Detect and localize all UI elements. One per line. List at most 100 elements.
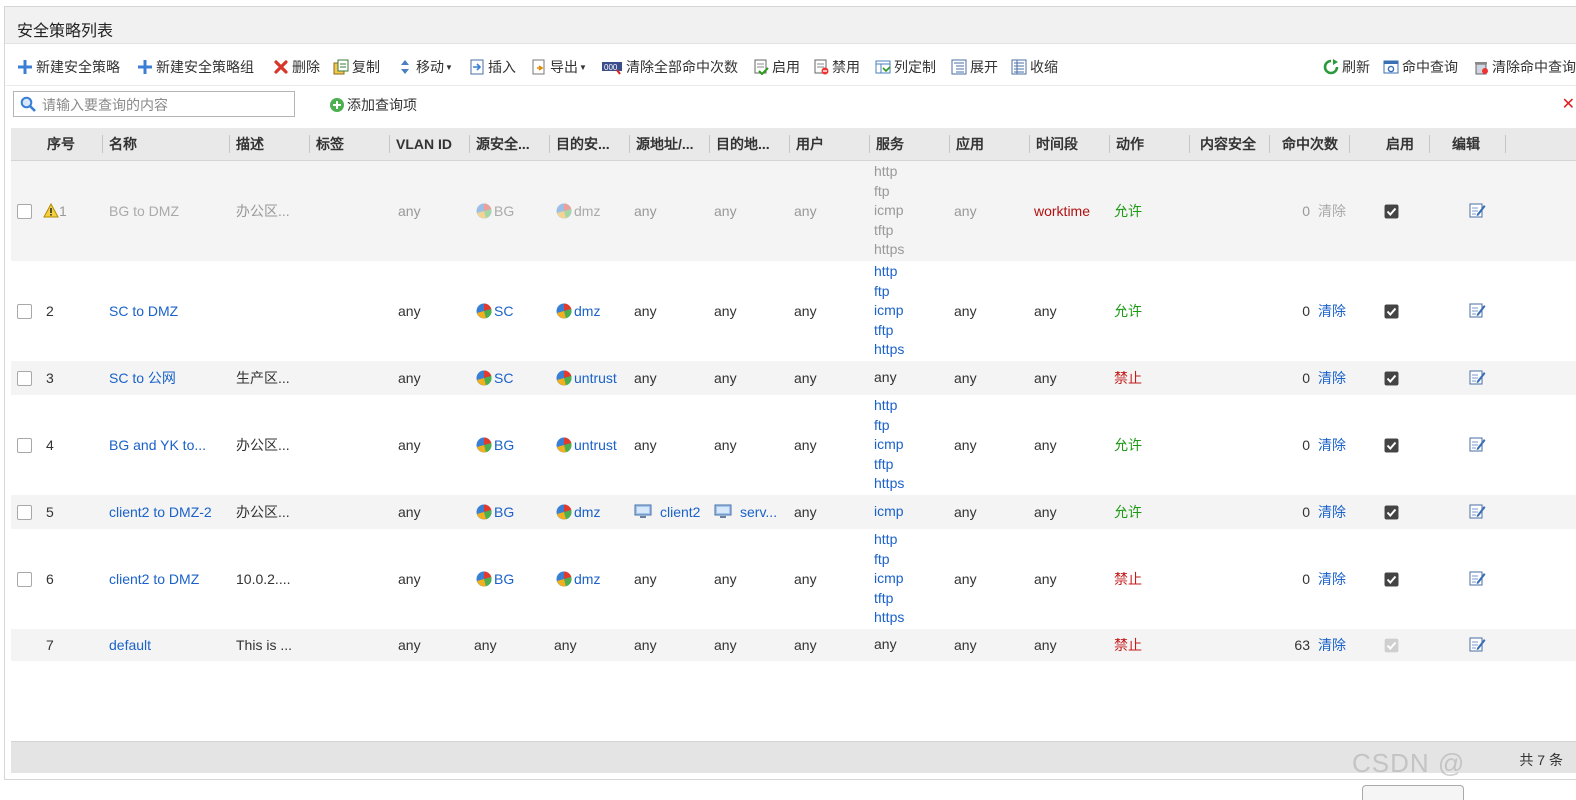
column-separator[interactable] <box>309 135 310 153</box>
policy-name-link[interactable]: client2 to DMZ <box>109 571 199 587</box>
source-zone-link[interactable]: BG <box>494 437 514 453</box>
column-header[interactable]: 序号 <box>47 128 99 160</box>
column-header[interactable]: 名称 <box>109 128 226 160</box>
column-header[interactable]: 时间段 <box>1036 128 1106 160</box>
column-header[interactable]: 目的地... <box>716 128 786 160</box>
dest-zone-cell[interactable]: dmz <box>555 161 626 261</box>
export-dropdown-button[interactable]: 导出 ▼ <box>531 56 587 78</box>
edit-button[interactable] <box>1468 502 1486 523</box>
column-header[interactable]: 编辑 <box>1452 128 1502 160</box>
table-row[interactable]: 1 BG to DMZ 办公区... any BG dmz any any any http ftp… <box>11 161 1576 262</box>
name-cell[interactable]: BG to DMZ <box>109 161 226 261</box>
column-header[interactable]: 动作 <box>1116 128 1186 160</box>
column-header[interactable]: 内容安全 <box>1200 128 1266 160</box>
table-row[interactable]: 4 BG and YK to... 办公区... any BG untrust any any… <box>11 395 1576 496</box>
name-cell[interactable]: client2 to DMZ-2 <box>109 495 226 529</box>
edit-cell[interactable] <box>1468 395 1502 495</box>
enabled-checkbox[interactable] <box>1384 504 1399 520</box>
column-separator[interactable] <box>102 135 103 153</box>
column-header[interactable]: 应用 <box>956 128 1026 160</box>
dest-zone-link[interactable]: dmz <box>574 504 600 520</box>
move-dropdown-button[interactable]: 移动 ▼ <box>397 56 453 78</box>
policy-name-link[interactable]: SC to DMZ <box>109 303 178 319</box>
row-checkbox[interactable] <box>17 571 32 587</box>
new-policy-button[interactable]: 新建安全策略 <box>17 56 120 78</box>
clear-hits-link[interactable]: 清除 <box>1318 301 1346 321</box>
clear-hits-link[interactable]: 清除 <box>1318 201 1346 221</box>
enabled-checkbox[interactable] <box>1384 303 1399 319</box>
dest-zone-cell[interactable]: untrust <box>555 395 626 495</box>
new-policy-group-button[interactable]: 新建安全策略组 <box>137 56 254 78</box>
dest-zone-link[interactable]: untrust <box>574 370 617 386</box>
enabled-checkbox[interactable] <box>1384 437 1399 453</box>
name-cell[interactable]: client2 to DMZ <box>109 529 226 629</box>
source-zone-link[interactable]: BG <box>494 504 514 520</box>
service-link[interactable]: tftp <box>874 589 904 609</box>
column-header[interactable]: VLAN ID <box>396 128 466 160</box>
policy-name-link[interactable]: default <box>109 637 151 653</box>
row-checkbox[interactable] <box>17 303 32 319</box>
column-separator[interactable] <box>229 135 230 153</box>
edit-button[interactable] <box>1468 368 1486 389</box>
policy-name-link[interactable]: client2 to DMZ-2 <box>109 504 212 520</box>
column-separator[interactable] <box>1189 135 1190 153</box>
dest-zone-link[interactable]: dmz <box>574 203 600 219</box>
service-link[interactable]: tftp <box>874 455 904 475</box>
clear-all-hits-button[interactable]: 000 清除全部命中次数 <box>601 56 738 78</box>
edit-button[interactable] <box>1468 301 1486 322</box>
enabled-cell[interactable] <box>1384 161 1426 261</box>
column-separator[interactable] <box>1505 135 1506 153</box>
column-separator[interactable] <box>949 135 950 153</box>
policy-name-link[interactable]: SC to 公网 <box>109 368 176 388</box>
name-cell[interactable]: SC to DMZ <box>109 261 226 361</box>
enabled-cell[interactable] <box>1384 495 1426 529</box>
clear-hits-link[interactable]: 清除 <box>1318 435 1346 455</box>
source-address-link[interactable]: client2 <box>660 504 700 520</box>
column-header[interactable]: 用户 <box>796 128 866 160</box>
source-address-cell[interactable]: client2 <box>634 495 706 529</box>
close-icon[interactable]: ✕ <box>1562 94 1575 114</box>
column-separator[interactable] <box>389 135 390 153</box>
edit-button[interactable] <box>1468 569 1486 590</box>
policy-name-link[interactable]: BG and YK to... <box>109 437 206 453</box>
source-zone-link[interactable]: SC <box>494 370 513 386</box>
table-row[interactable]: 5 client2 to DMZ-2 办公区... any BG dmz client2 se… <box>11 495 1576 530</box>
source-zone-cell[interactable]: BG <box>475 529 546 629</box>
edit-cell[interactable] <box>1468 261 1502 361</box>
clear-hits-link[interactable]: 清除 <box>1318 635 1346 655</box>
column-header[interactable]: 服务 <box>876 128 946 160</box>
hit-query-button[interactable]: 命中查询 <box>1383 56 1458 78</box>
enabled-cell[interactable] <box>1384 395 1426 495</box>
source-zone-link[interactable]: BG <box>494 571 514 587</box>
disable-button[interactable]: 禁用 <box>813 56 860 78</box>
column-header[interactable]: 标签 <box>316 128 386 160</box>
service-link[interactable]: tftp <box>874 321 904 341</box>
dest-zone-link[interactable]: untrust <box>574 437 617 453</box>
source-zone-cell[interactable]: BG <box>475 495 546 529</box>
policy-name-link[interactable]: BG to DMZ <box>109 203 179 219</box>
service-link[interactable]: https <box>874 340 904 360</box>
clear-hit-query-button[interactable]: 清除命中查询 <box>1473 56 1576 78</box>
edit-button[interactable] <box>1468 635 1486 656</box>
column-separator[interactable] <box>1109 135 1110 153</box>
service-link[interactable]: https <box>874 608 904 628</box>
search-input[interactable] <box>40 94 294 116</box>
service-link[interactable]: ftp <box>874 282 904 302</box>
table-row[interactable]: 3 SC to 公网 生产区... any SC untrust any any any any a… <box>11 361 1576 396</box>
service-link[interactable]: https <box>874 474 904 494</box>
source-zone-link[interactable]: BG <box>494 203 514 219</box>
service-link[interactable]: icmp <box>874 569 904 589</box>
row-checkbox[interactable] <box>17 203 32 219</box>
edit-button[interactable] <box>1468 201 1486 222</box>
column-header[interactable]: 源地址/... <box>636 128 706 160</box>
dest-zone-link[interactable]: dmz <box>574 303 600 319</box>
edit-cell[interactable] <box>1468 629 1502 661</box>
name-cell[interactable]: BG and YK to... <box>109 395 226 495</box>
column-separator[interactable] <box>469 135 470 153</box>
enabled-checkbox[interactable] <box>1384 370 1399 386</box>
add-query-item-button[interactable]: 添加查询项 <box>329 95 417 115</box>
edit-cell[interactable] <box>1468 361 1502 395</box>
column-header[interactable]: 命中次数 <box>1282 128 1346 160</box>
dest-address-link[interactable]: serv... <box>740 504 777 520</box>
column-separator[interactable] <box>869 135 870 153</box>
